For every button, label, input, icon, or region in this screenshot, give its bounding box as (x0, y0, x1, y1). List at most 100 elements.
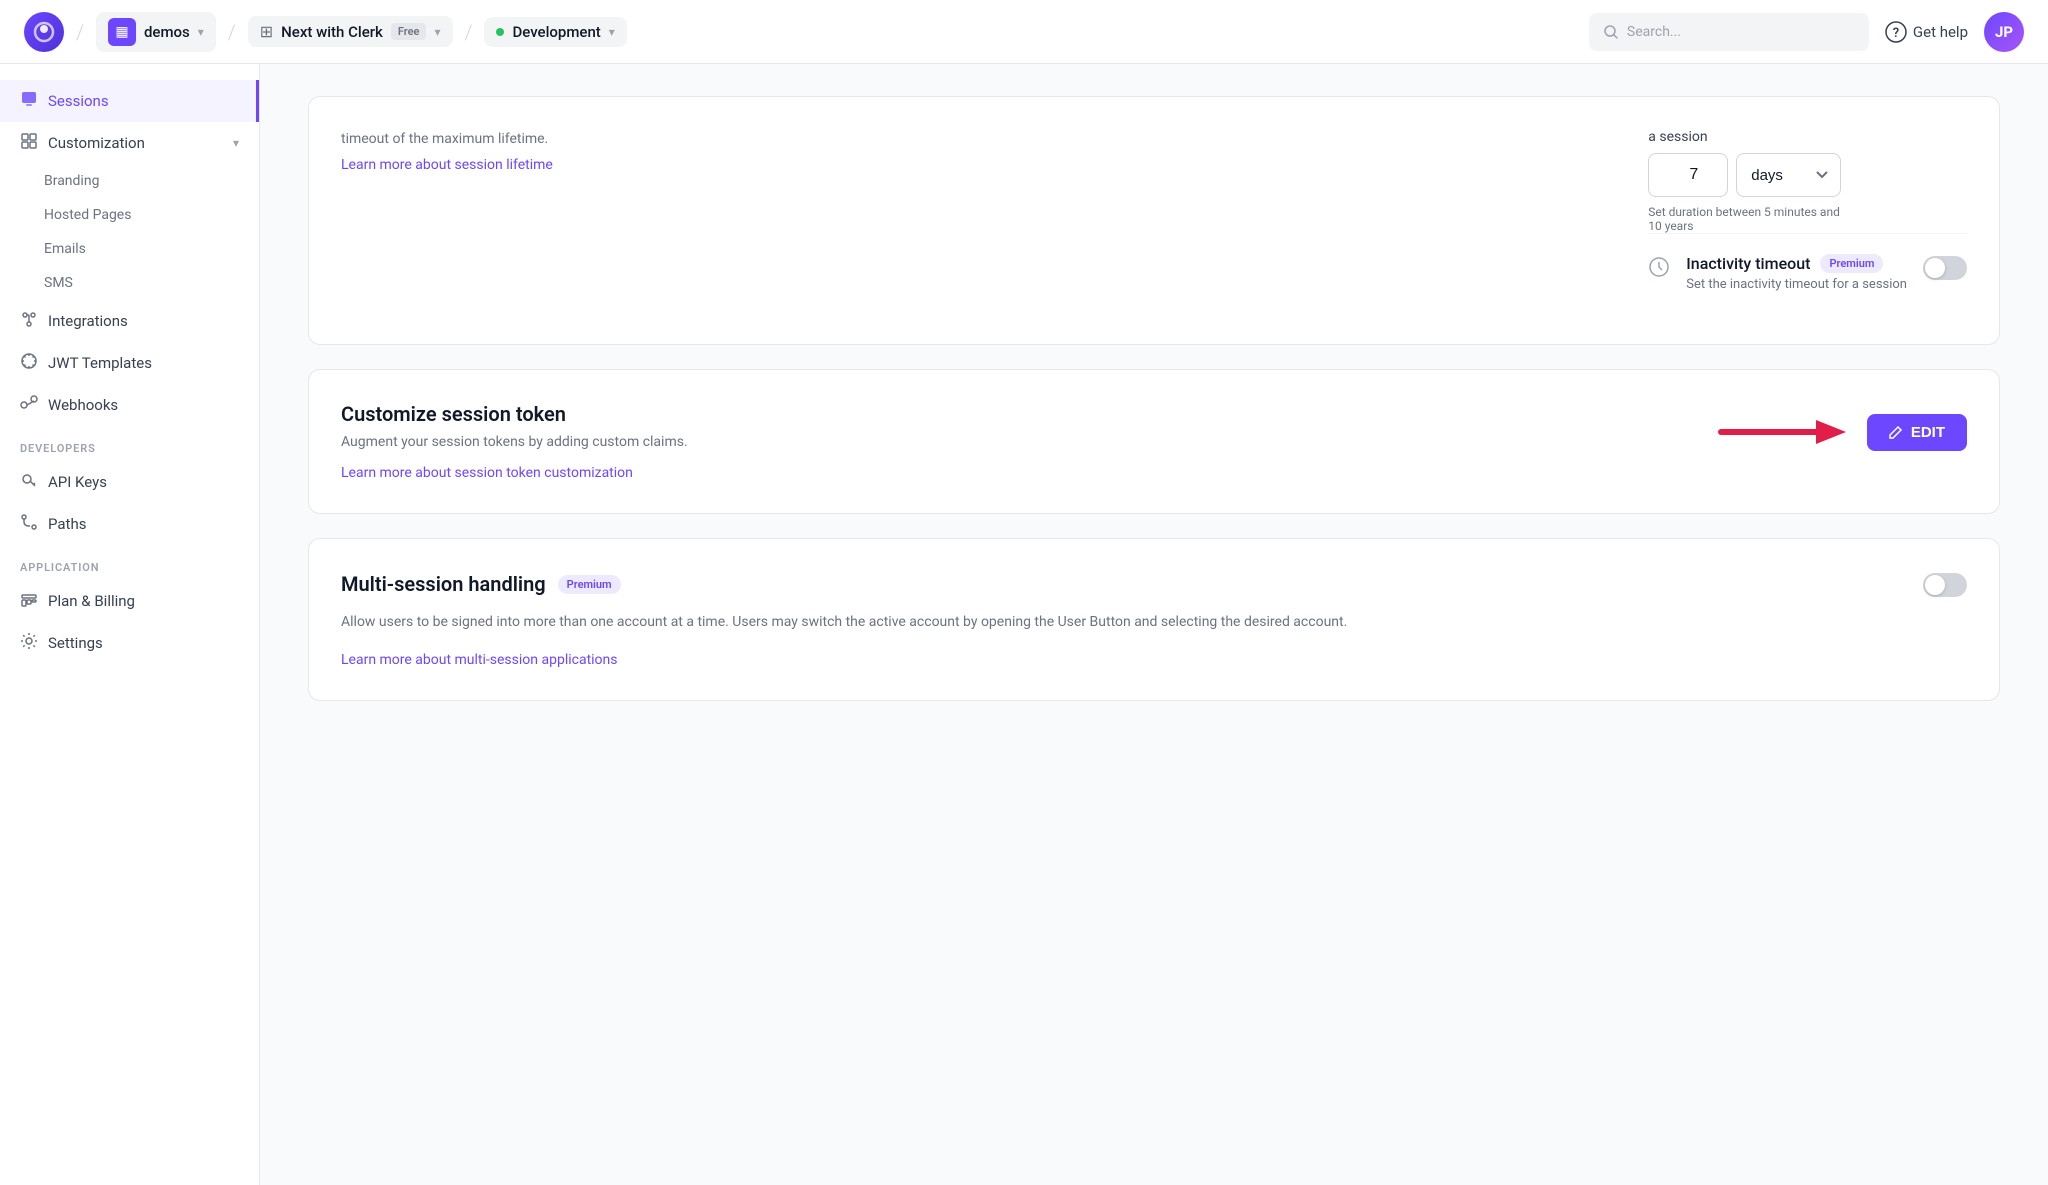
sidebar-customization-label: Customization (48, 134, 145, 152)
sidebar: Sessions Customization ▾ Branding Hosted… (0, 64, 260, 1185)
sidebar-customization-sub: Branding Hosted Pages Emails SMS (0, 164, 259, 300)
logo (24, 12, 64, 52)
sidebar-item-integrations[interactable]: Integrations (0, 300, 259, 342)
jwt-templates-icon (20, 352, 38, 374)
sidebar-item-plan-billing[interactable]: Plan & Billing (0, 580, 259, 622)
multi-session-card: Multi-session handling Premium Allow use… (308, 538, 2000, 701)
sidebar-api-keys-label: API Keys (48, 473, 107, 491)
app-icon: ▦ (108, 18, 136, 46)
project-name: Next with Clerk (281, 23, 383, 41)
sidebar-settings-label: Settings (48, 634, 103, 652)
inactivity-content: Inactivity timeout Premium Set the inact… (1686, 254, 1907, 292)
main-content: timeout of the maximum lifetime. Learn m… (260, 64, 2048, 1185)
env-chevron-icon: ▾ (609, 25, 615, 39)
breadcrumb-sep-3: / (465, 20, 473, 44)
multi-session-desc: Allow users to be signed into more than … (341, 611, 1967, 633)
session-right-label: a session (1648, 129, 1967, 145)
customization-chevron-icon: ▾ (233, 136, 239, 150)
inactivity-desc: Set the inactivity timeout for a session (1686, 277, 1907, 292)
sidebar-item-jwt-templates[interactable]: JWT Templates (0, 342, 259, 384)
breadcrumb-sep-1: / (76, 20, 84, 44)
project-icon: ⊞ (260, 22, 273, 41)
sidebar-item-branding[interactable]: Branding (44, 164, 259, 198)
customize-card-desc: Augment your session tokens by adding cu… (341, 434, 1687, 450)
inactivity-timeout-row: Inactivity timeout Premium Set the inact… (1648, 233, 1967, 312)
session-desc-text: timeout of the maximum lifetime. (341, 129, 1608, 150)
sidebar-item-hosted-pages[interactable]: Hosted Pages (44, 198, 259, 232)
red-arrow-annotation (1711, 402, 1851, 462)
sidebar-paths-label: Paths (48, 515, 86, 533)
multi-session-toggle[interactable] (1923, 573, 1967, 597)
sidebar-item-customization[interactable]: Customization ▾ (0, 122, 259, 164)
sidebar-item-settings[interactable]: Settings (0, 622, 259, 664)
env-status-dot (496, 28, 504, 36)
sidebar-sessions-label: Sessions (48, 92, 109, 110)
edit-label: EDIT (1911, 424, 1945, 441)
inactivity-premium-badge: Premium (1820, 254, 1883, 273)
sidebar-item-sms[interactable]: SMS (44, 266, 259, 300)
app-selector[interactable]: ▦ demos ▾ (96, 12, 216, 52)
project-chevron-icon: ▾ (434, 25, 440, 39)
session-duration-inputs: days hours minutes weeks (1648, 153, 1967, 197)
inactivity-toggle[interactable] (1923, 256, 1967, 280)
session-unit-select[interactable]: days hours minutes weeks (1736, 153, 1841, 197)
integrations-icon (20, 310, 38, 332)
customize-learn-link[interactable]: Learn more about session token customiza… (341, 465, 633, 481)
multi-title-row: Multi-session handling Premium (341, 572, 621, 596)
search-placeholder: Search... (1627, 24, 1681, 40)
session-right: a session days hours minutes weeks Set d… (1648, 129, 1967, 312)
session-left: timeout of the maximum lifetime. Learn m… (341, 129, 1608, 312)
paths-icon (20, 513, 38, 535)
sessions-icon (20, 90, 38, 112)
sidebar-plan-billing-label: Plan & Billing (48, 592, 135, 610)
multi-session-learn-link[interactable]: Learn more about multi-session applicati… (341, 652, 618, 668)
search-bar[interactable]: Search... (1589, 13, 1869, 51)
help-button[interactable]: ? Get help (1885, 21, 1968, 43)
multi-session-header: Multi-session handling Premium (341, 571, 1967, 597)
inactivity-title: Inactivity timeout (1686, 254, 1810, 273)
sidebar-jwt-label: JWT Templates (48, 354, 152, 372)
sidebar-item-api-keys[interactable]: API Keys (0, 461, 259, 503)
session-lifetime-link[interactable]: Learn more about session lifetime (341, 157, 553, 173)
edit-button[interactable]: EDIT (1867, 414, 1967, 451)
session-lifetime-card: timeout of the maximum lifetime. Learn m… (308, 96, 2000, 345)
edit-icon (1889, 425, 1903, 439)
sidebar-item-paths[interactable]: Paths (0, 503, 259, 545)
svg-text:?: ? (1893, 26, 1899, 41)
api-keys-icon (20, 471, 38, 493)
settings-icon (20, 632, 38, 654)
session-number-input[interactable] (1648, 153, 1728, 197)
sidebar-integrations-label: Integrations (48, 312, 128, 330)
app-chevron-icon: ▾ (198, 25, 204, 39)
customize-card-title: Customize session token (341, 402, 1687, 426)
session-duration-hint: Set duration between 5 minutes and10 yea… (1648, 205, 1967, 233)
avatar[interactable]: JP (1984, 12, 2024, 52)
plan-billing-icon (20, 590, 38, 612)
app-name: demos (144, 23, 190, 41)
inactivity-title-row: Inactivity timeout Premium (1686, 254, 1907, 273)
developers-section-label: DEVELOPERS (0, 426, 259, 461)
customize-content: Customize session token Augment your ses… (341, 402, 1687, 481)
breadcrumb-sep-2: / (228, 20, 236, 44)
topnav-right: Search... ? Get help JP (1589, 12, 2024, 52)
customize-session-card: Customize session token Augment your ses… (308, 369, 2000, 514)
help-label: Get help (1913, 23, 1968, 41)
sidebar-item-emails[interactable]: Emails (44, 232, 259, 266)
application-section-label: APPLICATION (0, 545, 259, 580)
sidebar-item-sessions[interactable]: Sessions (0, 80, 259, 122)
plan-badge: Free (391, 23, 427, 40)
webhooks-icon (20, 394, 38, 416)
customization-icon (20, 132, 38, 154)
customize-card-inner: Customize session token Augment your ses… (341, 402, 1967, 481)
multi-session-badge: Premium (558, 575, 621, 594)
multi-session-title: Multi-session handling (341, 572, 546, 596)
top-nav: / ▦ demos ▾ / ⊞ Next with Clerk Free ▾ /… (0, 0, 2048, 64)
sidebar-item-webhooks[interactable]: Webhooks (0, 384, 259, 426)
env-name: Development (512, 23, 600, 41)
customize-actions: EDIT (1711, 402, 1967, 462)
main-layout: Sessions Customization ▾ Branding Hosted… (0, 64, 2048, 1185)
sidebar-webhooks-label: Webhooks (48, 396, 118, 414)
clock-icon (1648, 256, 1670, 283)
env-selector[interactable]: Development ▾ (484, 17, 626, 47)
project-selector[interactable]: ⊞ Next with Clerk Free ▾ (248, 16, 453, 47)
